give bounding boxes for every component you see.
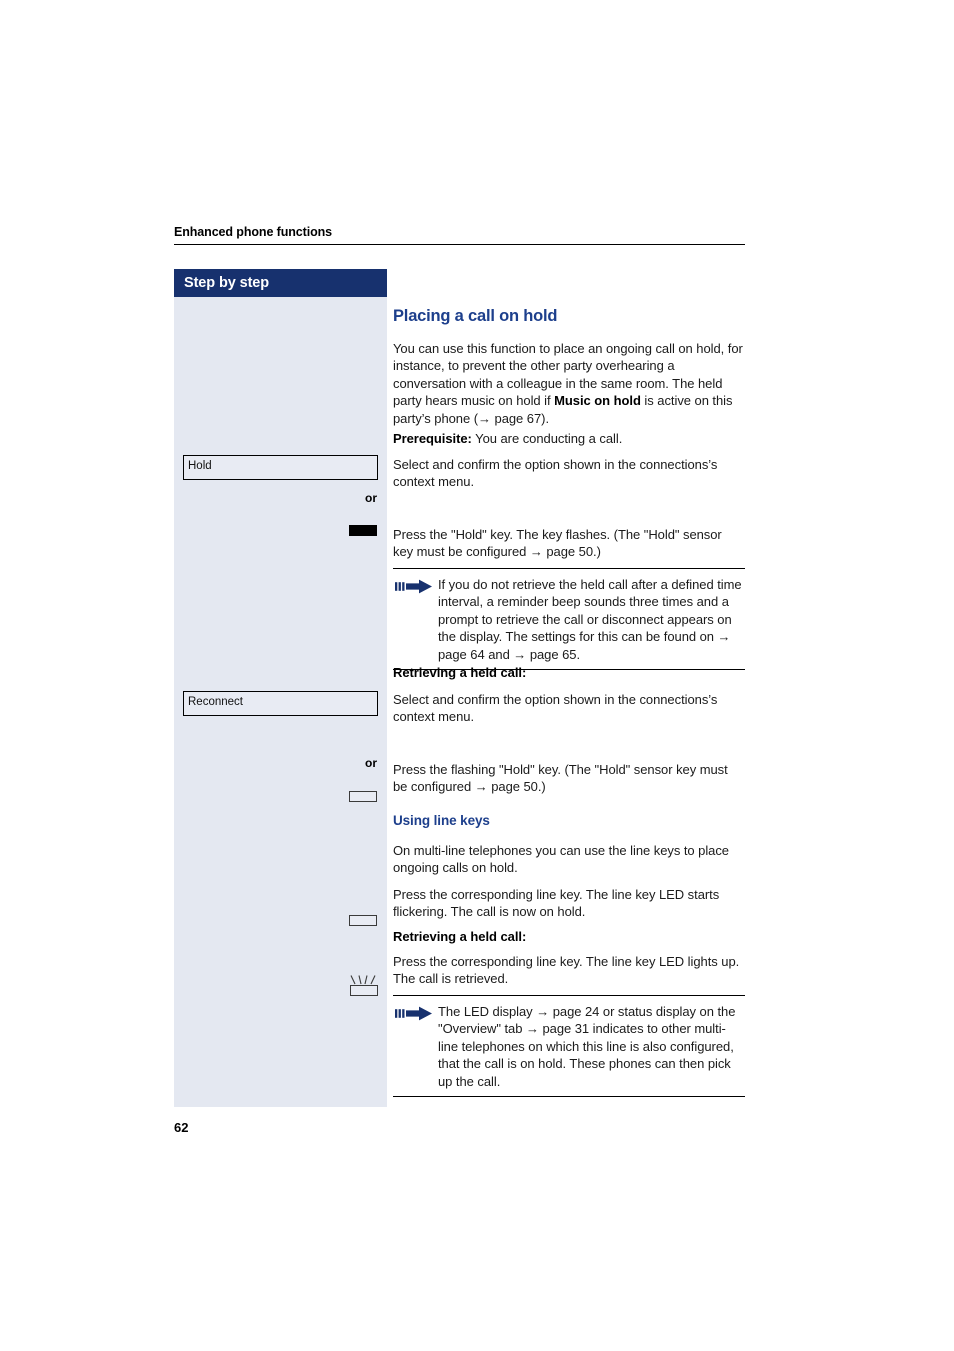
note-arrow-icon xyxy=(395,579,432,594)
step-by-step-body: Hold or Reconnect or xyxy=(174,297,387,1107)
hold-key-outline-icon xyxy=(349,791,377,802)
option-box-reconnect[interactable]: Reconnect xyxy=(183,691,378,716)
line-key-rays-icon xyxy=(350,975,376,985)
prerequisite-text: You are conducting a call. xyxy=(471,431,623,446)
note-arrow-icon xyxy=(395,1006,432,1021)
line-key-outline-icon xyxy=(349,915,377,926)
running-header-text: Enhanced phone functions xyxy=(174,225,333,239)
running-header-rule xyxy=(174,244,745,245)
note-text-1: If you do not retrieve the held call aft… xyxy=(438,577,742,662)
select-confirm-text-2: Select and confirm the option shown in t… xyxy=(393,692,718,725)
page-title: Placing a call on hold xyxy=(393,307,558,325)
page-canvas: Enhanced phone functions Step by step Ho… xyxy=(0,0,954,1351)
intro-bold-term: Music on hold xyxy=(554,393,641,409)
option-box-hold[interactable]: Hold xyxy=(183,455,378,480)
press-line-key-retrieve-text: Press the corresponding line key. The li… xyxy=(393,954,740,987)
using-line-keys-heading: Using line keys xyxy=(393,813,490,828)
note-box-2: The LED display → page 24 or status disp… xyxy=(393,995,745,1098)
press-line-key-hold-text: Press the corresponding line key. The li… xyxy=(393,887,720,920)
hold-key-flashing-icon xyxy=(349,525,377,536)
intro-paragraph: You can use this function to place an on… xyxy=(393,340,745,427)
or-label-1: or xyxy=(365,491,377,505)
press-flashing-hold-key-text: Press the flashing "Hold" key. (The "Hol… xyxy=(393,762,728,795)
press-hold-key-text: Press the "Hold" key. The key flashes. (… xyxy=(393,527,722,560)
running-header: Enhanced phone functions xyxy=(174,225,745,245)
or-label-2: or xyxy=(365,756,377,770)
step-by-step-title: Step by step xyxy=(174,269,387,297)
using-line-keys-text: On multi-line telephones you can use the… xyxy=(393,843,729,876)
line-key-lit-icon xyxy=(348,975,380,997)
note-text-2: The LED display → page 24 or status disp… xyxy=(438,1004,736,1089)
retrieving-heading-1: Retrieving a held call: xyxy=(393,665,527,680)
step-by-step-column: Step by step Hold or Reconnect or xyxy=(174,269,387,1107)
note-box-1: If you do not retrieve the held call aft… xyxy=(393,568,745,671)
page-number: 62 xyxy=(174,1120,189,1135)
retrieving-heading-2: Retrieving a held call: xyxy=(393,929,527,944)
prerequisite-line: Prerequisite: You are conducting a call. xyxy=(393,430,745,447)
select-confirm-text-1: Select and confirm the option shown in t… xyxy=(393,457,718,490)
prerequisite-label: Prerequisite: xyxy=(393,431,472,446)
